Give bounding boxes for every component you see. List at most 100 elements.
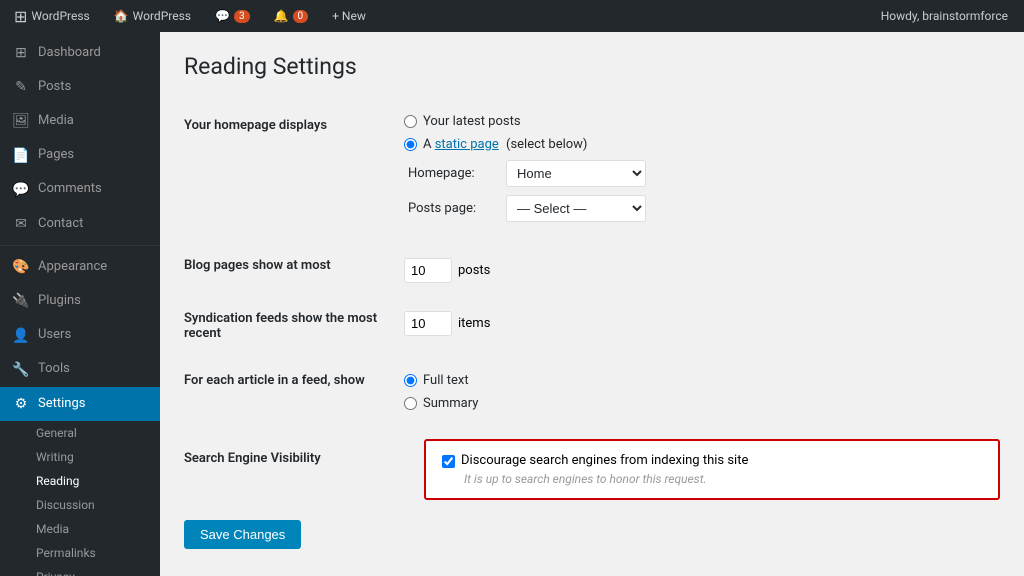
latest-posts-radio[interactable]: [404, 115, 417, 128]
feed-display-label: For each article in a feed, show: [184, 357, 404, 431]
sev-checkbox[interactable]: [442, 455, 455, 468]
syndication-row: Syndication feeds show the most recent i…: [184, 295, 1000, 357]
submenu-reading[interactable]: Reading: [0, 469, 160, 493]
sidebar-label-dashboard: Dashboard: [38, 45, 101, 62]
homepage-label: Your homepage displays: [184, 102, 404, 242]
homepage-options: Your latest posts A static page (select …: [404, 102, 1000, 242]
submenu-media[interactable]: Media: [0, 517, 160, 541]
sev-note: It is up to search engines to honor this…: [464, 472, 982, 486]
sidebar-item-media[interactable]: 🖼 Media: [0, 104, 160, 138]
homepage-field-label: Homepage:: [408, 166, 498, 181]
new-content-link[interactable]: + New: [326, 0, 372, 32]
notif-link[interactable]: 🔔 0: [268, 0, 315, 32]
comment-icon: 💬: [215, 9, 230, 23]
sidebar-label-pages: Pages: [38, 147, 74, 164]
wp-logo-link[interactable]: ⊞ WordPress: [8, 0, 96, 32]
syndication-field: items: [404, 295, 1000, 348]
syndication-input[interactable]: [404, 311, 452, 336]
sidebar-item-posts[interactable]: ✎ Posts: [0, 70, 160, 104]
plugins-icon: 🔌: [12, 292, 30, 310]
summary-radio[interactable]: [404, 397, 417, 410]
submenu-discussion[interactable]: Discussion: [0, 493, 160, 517]
submenu-label-discussion: Discussion: [36, 498, 95, 512]
sidebar-label-posts: Posts: [38, 79, 71, 96]
media-icon: 🖼: [12, 112, 30, 130]
settings-icon: ⚙: [12, 395, 30, 413]
submenu-permalinks[interactable]: Permalinks: [0, 541, 160, 565]
sidebar-label-media: Media: [38, 113, 74, 130]
latest-posts-option: Your latest posts: [404, 114, 1000, 129]
notif-icon: 🔔: [274, 9, 289, 23]
latest-posts-radio-label[interactable]: Your latest posts: [423, 114, 521, 129]
sidebar-label-users: Users: [38, 327, 71, 344]
sidebar-item-comments[interactable]: 💬 Comments: [0, 173, 160, 207]
sidebar-item-contact[interactable]: ✉ Contact: [0, 207, 160, 241]
posts-page-select[interactable]: — Select —Blog: [506, 195, 646, 222]
sidebar-label-plugins: Plugins: [38, 293, 81, 310]
submenu-label-media: Media: [36, 522, 69, 536]
summary-option: Summary: [404, 396, 1000, 411]
wp-logo-icon: ⊞: [14, 7, 27, 26]
static-page-option: A static page (select below): [404, 137, 1000, 152]
sidebar-item-dashboard[interactable]: ⊞ Dashboard: [0, 36, 160, 70]
sev-th-label: Search Engine Visibility: [184, 439, 404, 466]
settings-form: Your homepage displays Your latest posts…: [184, 102, 1000, 508]
feed-display-options: Full text Summary: [404, 357, 1000, 431]
dashboard-icon: ⊞: [12, 44, 30, 62]
sev-checkbox-label[interactable]: Discourage search engines from indexing …: [461, 453, 748, 468]
wp-site-label: WordPress: [31, 9, 89, 23]
homepage-field-row: Homepage: HomeAboutContact: [408, 160, 1000, 187]
static-page-radio[interactable]: [404, 138, 417, 151]
comments-nav-icon: 💬: [12, 181, 30, 199]
sidebar-item-settings[interactable]: ⚙ Settings: [0, 387, 160, 421]
homepage-row: Your homepage displays Your latest posts…: [184, 102, 1000, 242]
comments-link[interactable]: 💬 3: [209, 0, 256, 32]
submenu-label-permalinks: Permalinks: [36, 546, 96, 560]
submenu-privacy[interactable]: Privacy: [0, 565, 160, 576]
syndication-suffix: items: [458, 316, 490, 331]
main-content: Reading Settings Your homepage displays …: [160, 32, 1024, 576]
sidebar-item-appearance[interactable]: 🎨 Appearance: [0, 250, 160, 284]
sidebar-item-pages[interactable]: 📄 Pages: [0, 139, 160, 173]
posts-page-field-label: Posts page:: [408, 201, 498, 216]
sidebar-label-settings: Settings: [38, 396, 85, 413]
submenu-label-writing: Writing: [36, 450, 74, 464]
home-link[interactable]: 🏠 WordPress: [108, 0, 197, 32]
submenu-general[interactable]: General: [0, 421, 160, 445]
admin-sidebar: ⊞ Dashboard ✎ Posts 🖼 Media 📄 Pages 💬 Co…: [0, 32, 160, 576]
fulltext-radio[interactable]: [404, 374, 417, 387]
blog-pages-label: Blog pages show at most: [184, 242, 404, 295]
feed-display-row: For each article in a feed, show Full te…: [184, 357, 1000, 431]
submenu-label-privacy: Privacy: [36, 570, 75, 576]
blog-pages-input[interactable]: [404, 258, 452, 283]
notif-count: 0: [293, 10, 309, 23]
sidebar-item-users[interactable]: 👤 Users: [0, 319, 160, 353]
site-name-label: WordPress: [133, 9, 191, 23]
homepage-select[interactable]: HomeAboutContact: [506, 160, 646, 187]
posts-icon: ✎: [12, 78, 30, 96]
sev-row: Search Engine Visibility Discourage sear…: [184, 431, 1000, 508]
sev-checkbox-row: Discourage search engines from indexing …: [442, 453, 982, 468]
sidebar-label-tools: Tools: [38, 361, 70, 378]
users-icon: 👤: [12, 327, 30, 345]
appearance-icon: 🎨: [12, 258, 30, 276]
sidebar-label-appearance: Appearance: [38, 259, 107, 276]
sidebar-item-plugins[interactable]: 🔌 Plugins: [0, 284, 160, 318]
comment-count: 3: [234, 10, 250, 23]
posts-page-row: Posts page: — Select —Blog: [408, 195, 1000, 222]
submenu-label-general: General: [36, 426, 77, 440]
sidebar-item-tools[interactable]: 🔧 Tools: [0, 353, 160, 387]
static-page-radio-label: A static page (select below): [423, 137, 587, 152]
submenu-writing[interactable]: Writing: [0, 445, 160, 469]
syndication-label: Syndication feeds show the most recent: [184, 295, 404, 357]
static-page-link[interactable]: static page: [435, 137, 499, 152]
pages-icon: 📄: [12, 147, 30, 165]
save-changes-button[interactable]: Save Changes: [184, 520, 301, 549]
new-label: + New: [332, 9, 366, 23]
sev-box: Discourage search engines from indexing …: [424, 439, 1000, 500]
fulltext-label[interactable]: Full text: [423, 373, 469, 388]
static-page-fields: Homepage: HomeAboutContact Posts page: —…: [408, 160, 1000, 222]
blog-pages-field: posts: [404, 242, 1000, 295]
sidebar-label-contact: Contact: [38, 216, 83, 233]
summary-label[interactable]: Summary: [423, 396, 478, 411]
